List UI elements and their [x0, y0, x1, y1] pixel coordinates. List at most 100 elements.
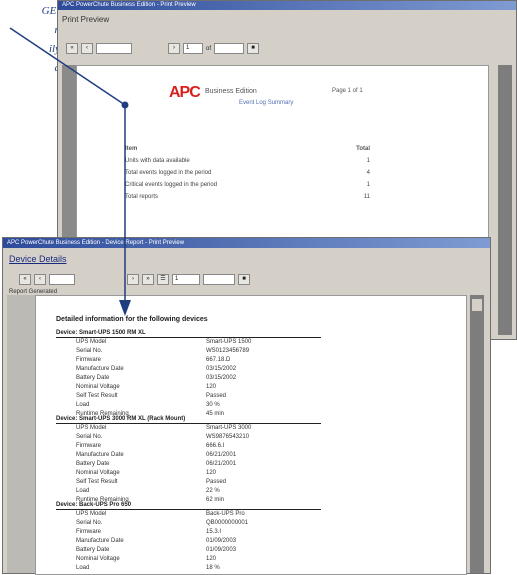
print-icon[interactable]: ■ [238, 274, 250, 285]
detail-value: QB0000000001 [206, 520, 249, 526]
detail-row: Manufacture Date 03/15/2002 [56, 365, 321, 374]
detail-key: UPS Model [76, 511, 107, 517]
detail-value: 15.3.I [206, 529, 222, 535]
scrollbar-thumb[interactable] [472, 299, 482, 311]
detail-key: UPS Model [76, 425, 107, 431]
detail-key: Firmware [76, 529, 101, 535]
back-window-heading: Print Preview [62, 15, 110, 24]
detail-key: Nominal Voltage [76, 556, 120, 562]
summary-label: Units with data available [125, 158, 190, 164]
logo-subtitle: Event Log Summary [239, 100, 294, 106]
caption-line: GE: [41, 5, 60, 17]
detail-value: 18 % [206, 565, 220, 571]
of-label: of [206, 45, 212, 52]
detail-row: Load 18 % [56, 564, 321, 573]
next-page-button[interactable]: › [127, 274, 139, 285]
zoom-field[interactable] [49, 274, 75, 285]
summary-row: Critical events logged in the period 1 [125, 182, 370, 194]
summary-label: Critical events logged in the period [125, 182, 218, 188]
device-section: Device: Back-UPS Pro 650 UPS Model Back-U… [56, 502, 321, 573]
caption-line: d [0, 59, 61, 78]
last-page-button[interactable]: » [142, 274, 154, 285]
front-window-heading[interactable]: Device Details [9, 254, 67, 264]
front-left-margin [7, 295, 35, 573]
detail-key: Battery Date [76, 547, 110, 553]
report-title: Detailed information for the following d… [56, 316, 208, 323]
detail-key: Self Test Result [76, 393, 118, 399]
summary-col-total: Total [356, 146, 370, 152]
summary-row: Total events logged in the period 4 [125, 170, 370, 182]
front-report-page: Detailed information for the following d… [35, 295, 467, 575]
caption-text: GE: n ily d [0, 2, 60, 78]
detail-value: WS0123456789 [206, 348, 250, 354]
summary-value: 1 [366, 182, 370, 188]
device-section-header: Device: Smart-UPS 1500 RM XL [56, 330, 321, 338]
detail-value: Passed [206, 393, 227, 399]
detail-value: 06/21/2001 [206, 461, 237, 467]
detail-key: Firmware [76, 443, 101, 449]
first-page-button[interactable]: « [66, 43, 78, 54]
find-field[interactable] [203, 274, 235, 285]
front-toolbar: « ‹ › » ☰ 1 ■ [19, 274, 250, 285]
detail-row: UPS Model Back-UPS Pro [56, 510, 321, 519]
detail-row: Nominal Voltage 120 [56, 555, 321, 564]
page-field[interactable]: 1 [172, 274, 200, 285]
summary-label: Total events logged in the period [125, 170, 212, 176]
detail-row: Nominal Voltage 120 [56, 383, 321, 392]
next-page-button[interactable]: › [168, 43, 180, 54]
detail-value: 06/21/2001 [206, 452, 237, 458]
prev-page-button[interactable]: ‹ [34, 274, 46, 285]
detail-key: Self Test Result [76, 479, 118, 485]
summary-value: 4 [366, 170, 370, 176]
front-scrollbar[interactable] [470, 295, 484, 573]
detail-key: Nominal Voltage [76, 384, 120, 390]
detail-row: UPS Model Smart-UPS 3000 [56, 424, 321, 433]
front-window-titlebar[interactable]: APC PowerChute Business Edition - Device… [3, 238, 490, 248]
detail-row: Battery Date 03/15/2002 [56, 374, 321, 383]
detail-value: 01/09/2003 [206, 547, 237, 553]
detail-row: Firmware 667.18.D [56, 356, 321, 365]
detail-key: Firmware [76, 357, 101, 363]
detail-value: Smart-UPS 3000 [206, 425, 252, 431]
detail-key: Load [76, 565, 90, 571]
detail-row: Firmware 666.6.I [56, 442, 321, 451]
detail-key: Serial No. [76, 348, 103, 354]
find-field[interactable] [214, 43, 245, 54]
back-scrollbar[interactable] [498, 65, 512, 335]
detail-row: Serial No. WS0123456789 [56, 347, 321, 356]
logo-text: Business Edition [205, 88, 257, 95]
detail-value: Smart-UPS 1500 [206, 339, 252, 345]
detail-key: Serial No. [76, 434, 103, 440]
detail-row: Firmware 15.3.I [56, 528, 321, 537]
page-field[interactable]: 1 [183, 43, 203, 54]
apc-logo: APC [169, 84, 201, 101]
detail-key: Manufacture Date [76, 538, 124, 544]
detail-value: 01/09/2003 [206, 538, 237, 544]
back-toolbar: « ‹ › 1 of ■ [66, 43, 260, 54]
detail-key: Nominal Voltage [76, 470, 120, 476]
print-icon[interactable]: ■ [247, 43, 260, 54]
detail-row: Manufacture Date 01/09/2003 [56, 537, 321, 546]
detail-value: Passed [206, 479, 227, 485]
detail-value: 03/15/2002 [206, 375, 237, 381]
detail-value: 120 [206, 556, 217, 562]
back-window-titlebar[interactable]: APC PowerChute Business Edition - Print … [58, 1, 516, 10]
zoom-field[interactable] [96, 43, 132, 54]
detail-value: 666.6.I [206, 443, 225, 449]
detail-key: Battery Date [76, 375, 110, 381]
detail-key: Manufacture Date [76, 452, 124, 458]
prev-page-button[interactable]: ‹ [81, 43, 93, 54]
detail-value: Back-UPS Pro [206, 511, 245, 517]
detail-value: 22 % [206, 488, 220, 494]
first-page-button[interactable]: « [19, 274, 31, 285]
zoom-icon[interactable]: ☰ [157, 274, 169, 285]
detail-row: Self Test Result Passed [56, 478, 321, 487]
detail-key: Load [76, 402, 90, 408]
detail-row: Battery Date 06/21/2001 [56, 460, 321, 469]
device-section-header: Device: Back-UPS Pro 650 [56, 502, 321, 510]
detail-row: Nominal Voltage 120 [56, 469, 321, 478]
detail-row: Manufacture Date 06/21/2001 [56, 451, 321, 460]
detail-row: UPS Model Smart-UPS 1500 [56, 338, 321, 347]
device-section-header: Device: Smart-UPS 3000 RM XL (Rack Mount… [56, 416, 321, 424]
detail-key: UPS Model [76, 339, 107, 345]
